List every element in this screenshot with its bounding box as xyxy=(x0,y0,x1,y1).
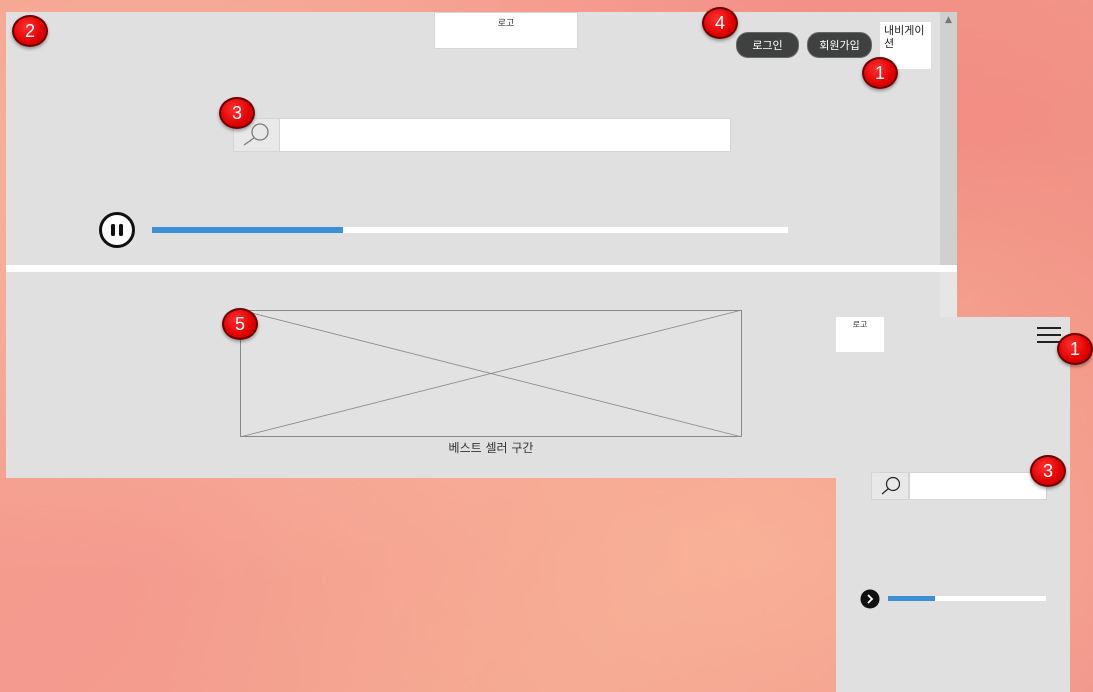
hamburger-menu-icon[interactable] xyxy=(1037,326,1061,344)
desktop-logo[interactable]: 로고 xyxy=(434,12,578,49)
search-icon xyxy=(881,476,901,495)
bestseller-image-placeholder xyxy=(239,309,743,438)
desktop-progress-fill xyxy=(152,227,343,233)
bestseller-label: 베스트 셀러 구간 xyxy=(448,441,534,455)
scroll-up-arrow-icon[interactable]: ▲ xyxy=(940,12,957,28)
mobile-logo[interactable]: 로고 xyxy=(836,317,884,352)
annotation-badge: 3 xyxy=(219,97,255,129)
mobile-search-input[interactable] xyxy=(909,472,1047,500)
pause-icon xyxy=(99,212,135,248)
login-button[interactable]: 로그인 xyxy=(736,32,799,58)
mobile-frame xyxy=(836,317,1070,692)
annotation-badge: 2 xyxy=(12,15,48,47)
annotation-badge: 1 xyxy=(1057,333,1093,365)
annotation-badge: 4 xyxy=(702,7,738,39)
annotation-badge: 5 xyxy=(222,308,258,340)
desktop-scrollbar-lower xyxy=(940,272,957,317)
pause-button[interactable] xyxy=(98,212,136,248)
mobile-search-button[interactable] xyxy=(871,472,909,500)
section-divider xyxy=(6,265,957,272)
desktop-search-input[interactable] xyxy=(281,119,733,153)
play-icon xyxy=(860,589,880,609)
annotation-badge: 3 xyxy=(1030,455,1066,487)
signup-button[interactable]: 회원가입 xyxy=(807,32,872,58)
annotation-badge: 1 xyxy=(862,57,898,89)
mobile-play-button[interactable] xyxy=(859,589,881,609)
mobile-progress-fill xyxy=(888,596,936,601)
desktop-scrollbar[interactable] xyxy=(940,12,957,265)
